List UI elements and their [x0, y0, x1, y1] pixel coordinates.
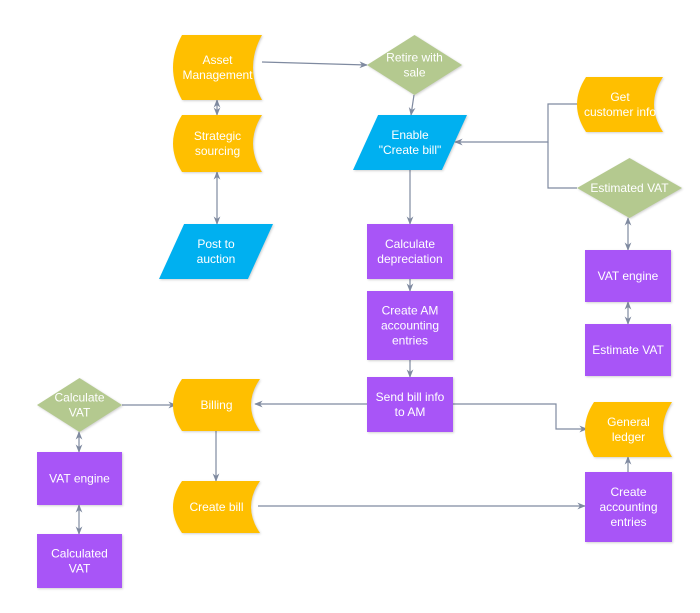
node-label: Create bill [189, 500, 243, 514]
node-label: Estimate VAT [592, 343, 664, 357]
node-label: Create AM [382, 304, 439, 318]
node-label: sale [403, 66, 425, 80]
connector-asset-management-to-retire-with-sale [261, 61, 368, 69]
node-label: Estimated VAT [590, 181, 669, 195]
node-calculated-vat[interactable]: CalculatedVAT [37, 534, 122, 588]
node-label: "Create bill" [379, 143, 442, 157]
node-label: Send bill info [376, 390, 445, 404]
node-label: Calculated [51, 547, 108, 561]
node-label: accounting [599, 500, 657, 514]
node-label: auction [197, 252, 236, 266]
nodes: AssetManagementStrategicsourcingPost toa… [37, 35, 682, 588]
node-label: ledger [612, 430, 645, 444]
node-label: Enable [391, 128, 429, 142]
node-billing[interactable]: Billing [173, 379, 260, 431]
node-vat-engine-left[interactable]: VAT engine [37, 452, 122, 505]
node-label: VAT engine [598, 269, 659, 283]
node-strategic-sourcing[interactable]: Strategicsourcing [173, 115, 262, 172]
node-label: customer info [584, 105, 656, 119]
node-create-bill[interactable]: Create bill [173, 481, 260, 533]
node-label: General [607, 415, 650, 429]
node-send-bill-info-to-am[interactable]: Send bill infoto AM [367, 377, 453, 432]
node-label: to AM [395, 405, 426, 419]
connectors [75, 61, 632, 535]
node-post-to-auction[interactable]: Post toauction [159, 224, 273, 279]
node-label: VAT [69, 406, 91, 420]
node-label: depreciation [377, 252, 442, 266]
node-label: Get [610, 90, 630, 104]
node-asset-management[interactable]: AssetManagement [173, 35, 262, 100]
node-label: VAT engine [49, 472, 110, 486]
node-retire-with-sale[interactable]: Retire withsale [367, 35, 462, 95]
node-label: Create [610, 485, 646, 499]
node-label: Billing [200, 398, 232, 412]
node-label: accounting [381, 319, 439, 333]
node-label: Asset [202, 53, 233, 67]
node-label: Management [182, 68, 253, 82]
connector-retire-with-sale-to-enable-create-bill [408, 94, 416, 116]
node-label: VAT [69, 562, 91, 576]
node-label: sourcing [195, 144, 240, 158]
node-label: Calculate [385, 237, 435, 251]
node-create-accounting-entries[interactable]: Createaccountingentries [585, 472, 672, 542]
node-calculate-depreciation[interactable]: Calculatedepreciation [367, 224, 453, 279]
connector-send-bill-info-to-am-to-general-ledger [453, 403, 588, 433]
node-label: entries [392, 334, 428, 348]
node-label: entries [610, 515, 646, 529]
node-label: Strategic [194, 129, 241, 143]
node-calculate-vat[interactable]: CalculateVAT [37, 378, 122, 432]
node-vat-engine-right[interactable]: VAT engine [585, 250, 671, 302]
node-general-ledger[interactable]: Generalledger [585, 402, 672, 457]
node-label: Post to [197, 237, 235, 251]
connector-get-customer-info-to-enable-create-bill [454, 103, 577, 146]
node-create-am-accounting-entries[interactable]: Create AMaccountingentries [367, 291, 453, 360]
node-estimate-vat[interactable]: Estimate VAT [585, 324, 671, 376]
flowchart-canvas: AssetManagementStrategicsourcingPost toa… [37, 35, 682, 588]
node-enable-create-bill[interactable]: Enable"Create bill" [353, 115, 467, 170]
node-get-customer-info[interactable]: Getcustomer info [577, 77, 663, 132]
node-label: Calculate [54, 391, 104, 405]
node-estimated-vat[interactable]: Estimated VAT [577, 158, 682, 218]
connector-estimated-vat-to-enable-create-bill [547, 142, 577, 189]
node-label: Retire with [386, 51, 443, 65]
